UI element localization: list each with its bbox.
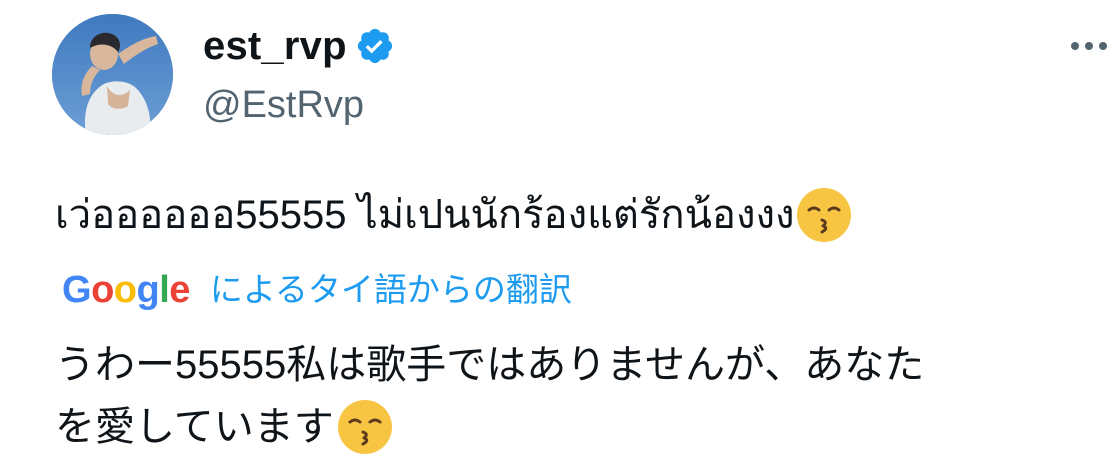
tweet-text-body: เว่ออออออ55555 ไม่เปนนักร้องแต่รักน้องงง (55, 193, 795, 237)
translated-text-line-2: を愛しています (55, 405, 334, 449)
translated-text-line-1: うわー55555私は歌手ではありませんが、あなた (55, 343, 925, 387)
kissing-face-emoji-icon (795, 186, 853, 244)
translated-tweet-text: うわー55555私は歌手ではありませんが、あなた を愛しています (55, 334, 1107, 458)
translated-text-line: を愛しています (55, 396, 1107, 458)
verified-badge-icon (355, 26, 395, 66)
display-name[interactable]: est_rvp (203, 22, 347, 70)
author-handle[interactable]: @EstRvp (203, 82, 364, 128)
translated-text-line: うわー55555私は歌手ではありませんが、あなた (55, 334, 1107, 396)
tweet-card: est_rvp @EstRvp เว่ออออออ55555 ไม่เปนนัก… (0, 0, 1107, 464)
google-logo: Google (62, 269, 190, 311)
translation-source-link[interactable]: によるタイ語からの翻訳 (210, 266, 572, 314)
author-name-row: est_rvp (203, 22, 395, 70)
more-options-icon[interactable] (1068, 36, 1107, 56)
avatar-photo (52, 14, 173, 135)
translation-attribution: Google によるタイ語からの翻訳 (62, 266, 572, 314)
tweet-text: เว่ออออออ55555 ไม่เปนนักร้องแต่รักน้องงง (55, 183, 853, 247)
kissing-face-emoji-icon (336, 398, 394, 456)
avatar[interactable] (52, 14, 173, 135)
